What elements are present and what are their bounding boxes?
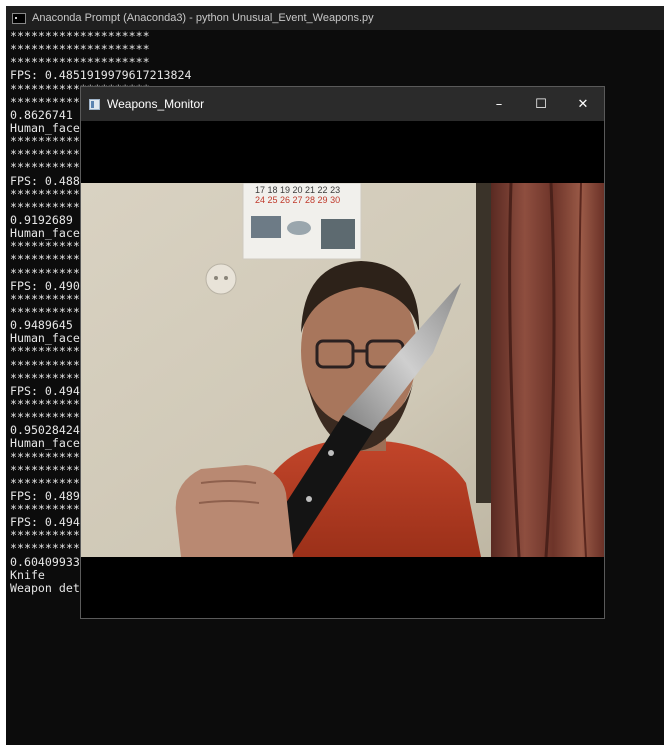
close-button[interactable]: ✕ — [562, 87, 604, 121]
calendar-row-2: 24 25 26 27 28 29 30 — [255, 195, 340, 205]
console-titlebar[interactable]: Anaconda Prompt (Anaconda3) - python Unu… — [6, 6, 664, 30]
window-app-icon — [89, 98, 100, 110]
video-frame: 17 18 19 20 21 22 23 24 25 26 27 28 29 3… — [81, 121, 604, 618]
camera-feed-image: 17 18 19 20 21 22 23 24 25 26 27 28 29 3… — [81, 183, 604, 557]
monitor-title: Weapons_Monitor — [107, 97, 205, 111]
command-prompt-icon — [12, 12, 26, 24]
weapons-monitor-window[interactable]: Weapons_Monitor – ☐ ✕ 17 18 19 20 21 22 … — [80, 86, 605, 619]
console-title: Anaconda Prompt (Anaconda3) - python Unu… — [32, 12, 374, 24]
minimize-button[interactable]: – — [478, 87, 520, 121]
maximize-button[interactable]: ☐ — [520, 87, 562, 121]
calendar-row-1: 17 18 19 20 21 22 23 — [255, 185, 340, 195]
console-line: FPS: 0.4851919979617213824 — [10, 68, 192, 83]
monitor-titlebar[interactable]: Weapons_Monitor – ☐ ✕ — [81, 87, 604, 121]
